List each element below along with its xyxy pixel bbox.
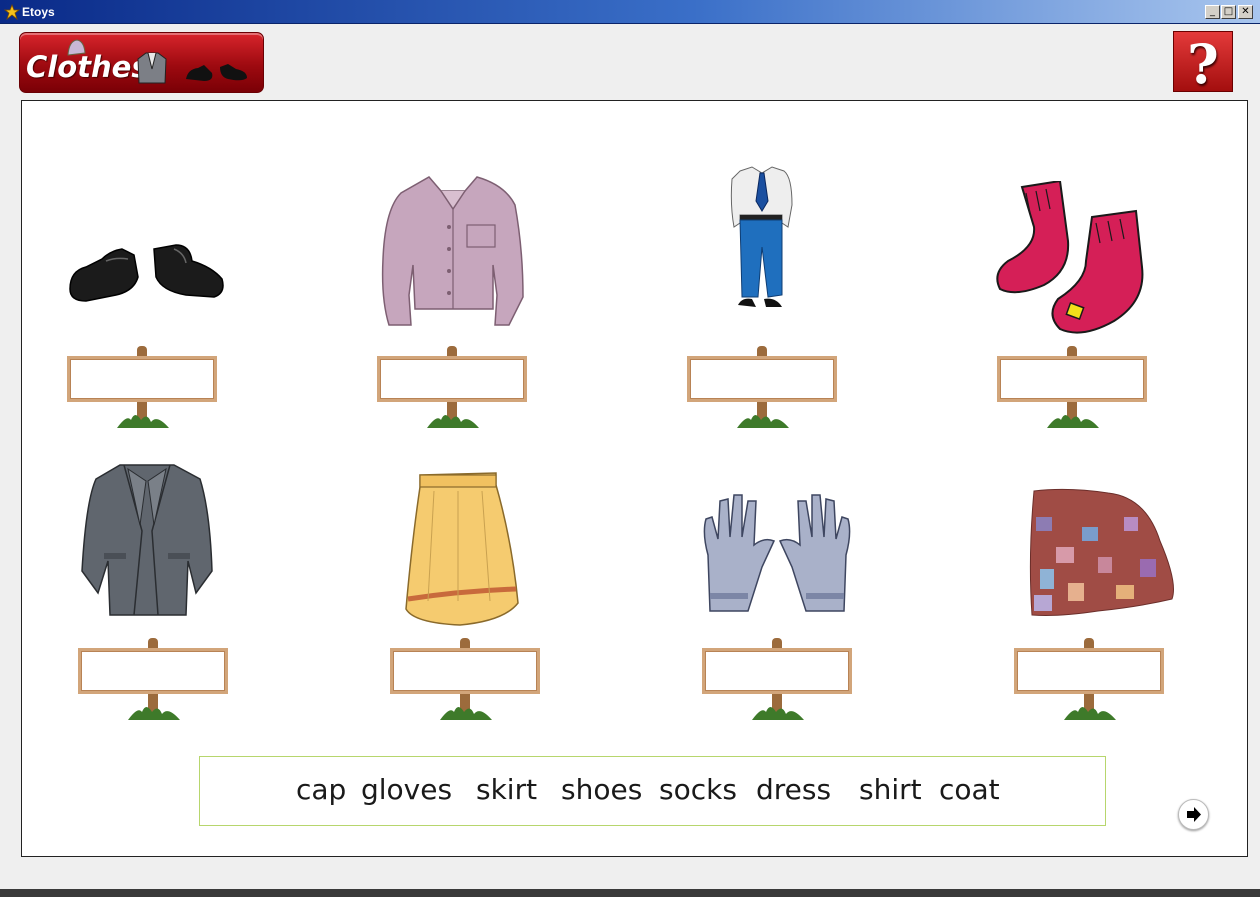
answer-box-4[interactable]	[997, 356, 1147, 402]
answer-box-2[interactable]	[377, 356, 527, 402]
shoes-icon	[186, 64, 247, 81]
minimize-button[interactable]: _	[1205, 5, 1220, 19]
grass-icon	[737, 415, 789, 428]
word-shoes[interactable]: shoes	[561, 773, 642, 806]
answer-box-5[interactable]	[78, 648, 228, 694]
answer-box-8[interactable]	[1014, 648, 1164, 694]
word-coat[interactable]: coat	[939, 773, 1000, 806]
signpost	[687, 346, 842, 428]
grass-icon	[440, 707, 492, 720]
window-title-bar: Etoys _ □ ✕	[0, 0, 1260, 24]
signpost	[390, 638, 545, 720]
socks-icon[interactable]	[996, 181, 1146, 337]
answer-box-6[interactable]	[390, 648, 540, 694]
maximize-button[interactable]: □	[1221, 5, 1236, 19]
logo-title: Clothes	[26, 50, 149, 84]
close-button[interactable]: ✕	[1238, 5, 1253, 19]
word-cap[interactable]: cap	[296, 773, 346, 806]
skirt-icon[interactable]	[404, 471, 520, 627]
coat-icon[interactable]	[80, 461, 214, 621]
window-bottom-border	[0, 889, 1260, 897]
answer-box-7[interactable]	[702, 648, 852, 694]
gloves-icon[interactable]	[700, 493, 854, 615]
word-skirt[interactable]: skirt	[476, 773, 537, 806]
word-dress[interactable]: dress	[756, 773, 831, 806]
jacket-icon	[137, 52, 167, 84]
signpost	[67, 346, 222, 428]
cap-icon[interactable]	[1028, 487, 1178, 621]
grass-icon	[128, 707, 180, 720]
signpost	[377, 346, 532, 428]
boy-in-shirt-and-trousers-icon[interactable]	[728, 165, 794, 323]
activity-panel: cap gloves skirt shoes socks dress shirt…	[21, 100, 1248, 857]
signpost	[702, 638, 857, 720]
cap-icon	[67, 39, 86, 56]
signpost	[1014, 638, 1169, 720]
word-bank: cap gloves skirt shoes socks dress shirt…	[199, 756, 1106, 826]
word-shirt[interactable]: shirt	[859, 773, 922, 806]
grass-icon	[1047, 415, 1099, 428]
grass-icon	[427, 415, 479, 428]
shirt-icon[interactable]	[379, 169, 527, 331]
help-button[interactable]: ?	[1173, 31, 1233, 96]
answer-box-1[interactable]	[67, 356, 217, 402]
answer-box-3[interactable]	[687, 356, 837, 402]
grass-icon	[117, 415, 169, 428]
etoys-app-icon	[4, 4, 20, 20]
grass-icon	[1064, 707, 1116, 720]
signpost	[997, 346, 1152, 428]
window-title: Etoys	[22, 5, 55, 19]
arrow-right-icon	[1187, 807, 1201, 822]
word-gloves[interactable]: gloves	[361, 773, 452, 806]
word-socks[interactable]: socks	[659, 773, 737, 806]
grass-icon	[752, 707, 804, 720]
clothes-logo-banner: Clothes	[19, 32, 264, 93]
shoes-icon[interactable]	[66, 231, 226, 311]
signpost	[78, 638, 233, 720]
help-question-mark: ?	[1187, 32, 1219, 96]
next-page-button[interactable]	[1178, 799, 1209, 830]
